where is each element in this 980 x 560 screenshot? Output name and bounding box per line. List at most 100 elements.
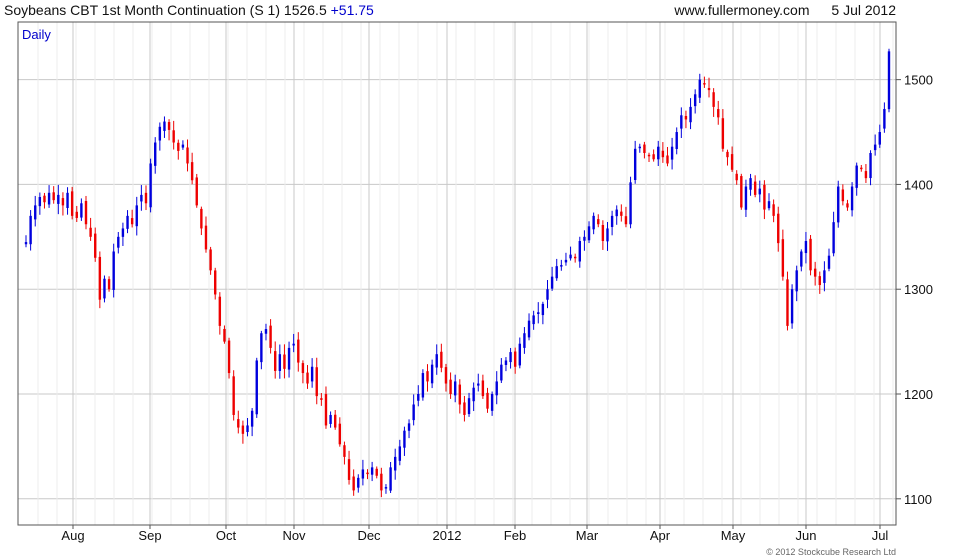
ohlc-body [449,379,452,395]
ohlc-body [730,154,734,170]
ohlc-body [107,279,111,290]
ohlc-body [361,469,365,479]
ohlc-body [435,354,438,368]
ohlc-body [315,367,318,397]
ohlc-body [237,419,240,428]
ohlc-body [112,251,115,290]
ohlc-body [800,251,803,267]
x-tick-label: Nov [282,528,306,543]
ohlc-body [440,351,443,368]
ohlc-body [47,192,51,205]
ohlc-body [597,219,600,225]
ohlc-body [223,328,226,342]
ohlc-body [518,343,522,366]
ohlc-body [666,155,669,164]
ohlc-body [652,154,655,160]
ohlc-body [804,241,808,254]
ohlc-body [347,459,351,480]
ohlc-body [384,487,388,489]
ohlc-body [777,213,780,244]
ohlc-body [190,162,194,181]
ohlc-body [403,430,406,448]
ohlc-body [490,394,494,411]
ohlc-body [329,414,332,424]
ohlc-body [583,236,586,241]
ohlc-body [214,270,217,295]
ohlc-body [103,278,106,299]
ohlc-body [726,151,729,158]
x-tick-label: Aug [61,528,84,543]
ohlc-body [823,270,826,283]
ohlc-body [195,177,198,206]
ohlc-body [98,256,102,300]
x-tick-label: Feb [504,528,526,543]
ohlc-body [200,208,203,229]
x-tick-label: Jun [796,528,817,543]
ohlc-body [264,329,268,334]
ohlc-body [43,195,46,203]
ohlc-body [647,154,651,157]
ohlc-body [735,173,738,181]
x-tick-label: Sep [138,528,161,543]
ohlc-body [352,476,355,491]
ohlc-body [638,146,641,149]
ohlc-body [860,167,863,170]
ohlc-body [555,266,558,279]
x-tick-label: Oct [216,528,237,543]
ohlc-body [121,228,125,237]
ohlc-body [573,256,577,259]
ohlc-body [827,255,831,269]
ohlc-body [527,320,531,338]
ohlc-body [227,340,231,374]
ohlc-body [832,222,835,254]
ohlc-body [126,215,129,229]
ohlc-body [763,184,766,210]
ohlc-body [80,203,83,218]
ohlc-body [610,215,614,227]
ohlc-body [587,226,591,241]
ohlc-body [537,312,540,314]
ohlc-body [693,94,697,107]
ohlc-body [172,130,175,143]
ohlc-body [186,147,189,164]
ohlc-body [500,364,503,381]
ohlc-body [167,122,171,130]
ohlc-body [781,239,785,277]
ohlc-body [154,142,157,166]
ohlc-body [94,233,97,258]
x-tick-label: Jul [872,528,889,543]
ohlc-body [320,398,323,400]
ohlc-body [29,215,32,245]
ohlc-body [472,387,475,402]
ohlc-body [633,148,637,180]
x-tick-label: Apr [650,528,671,543]
ohlc-body [144,192,148,204]
ohlc-body [818,276,821,286]
ohlc-body [703,83,706,85]
ohlc-body [463,402,466,415]
ohlc-body [366,472,369,475]
ohlc-body [813,268,817,277]
ohlc-body [661,150,665,158]
ohlc-body [421,373,425,398]
ohlc-body [246,425,249,433]
ohlc-body [430,364,434,384]
ohlc-body [444,367,448,384]
ohlc-body [458,384,462,405]
ohlc-body [786,279,789,326]
ohlc-body [523,333,526,348]
ohlc-body [232,376,235,415]
ohlc-body [749,178,752,190]
x-tick-label: May [721,528,746,543]
ohlc-body [592,215,595,230]
ohlc-body [89,227,92,237]
ohlc-body [241,425,245,434]
ohlc-body [389,467,392,491]
y-axis-labels: 1100 1200 1300 1400 1500 [904,73,933,507]
y-tick-label: 1400 [904,177,933,192]
ohlc-body [601,224,605,242]
ohlc-body [569,254,572,259]
ohlc-body [407,423,411,431]
ohlc-body [744,186,748,210]
ohlc-body [717,109,720,118]
